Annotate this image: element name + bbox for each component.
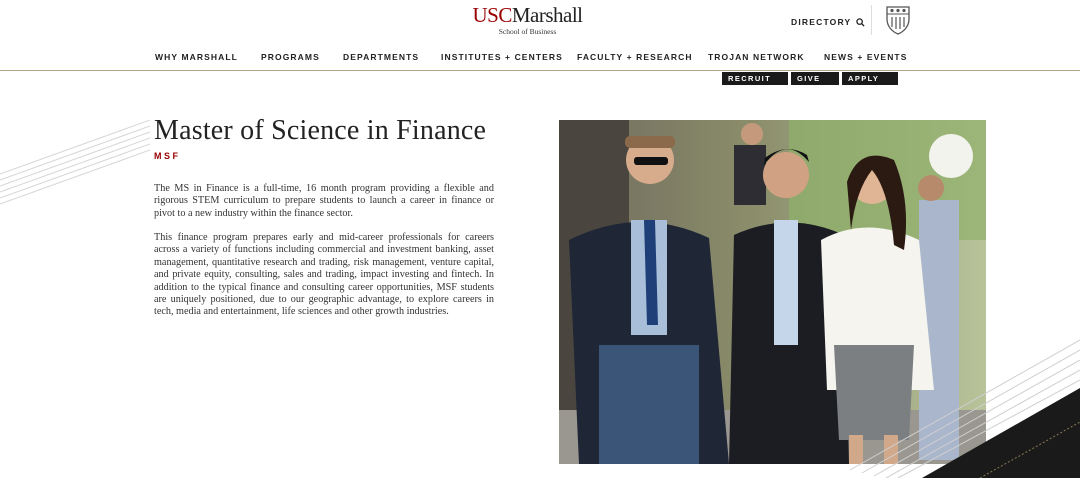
nav-news-events[interactable]: NEWS + EVENTS xyxy=(824,52,908,62)
usc-marshall-logo[interactable]: USCMarshall School of Business xyxy=(465,4,590,36)
usc-shield-icon[interactable] xyxy=(886,5,910,40)
recruit-button[interactable]: RECRUIT xyxy=(722,72,788,85)
nav-institutes-centers[interactable]: INSTITUTES + CENTERS xyxy=(441,52,563,62)
nav-faculty-research[interactable]: FACULTY + RESEARCH xyxy=(577,52,693,62)
page-title: Master of Science in Finance xyxy=(154,115,487,146)
logo-wordmark: USCMarshall xyxy=(465,4,590,26)
directory-link[interactable]: DIRECTORY xyxy=(791,17,865,27)
page-subtitle: MSF xyxy=(154,151,181,161)
directory-label: DIRECTORY xyxy=(791,17,852,27)
give-button[interactable]: GIVE xyxy=(791,72,839,85)
nav-programs[interactable]: PROGRAMS xyxy=(261,52,320,62)
decorative-lines-right xyxy=(849,339,1080,478)
intro-paragraph: The MS in Finance is a full-time, 16 mon… xyxy=(154,183,494,219)
apply-button[interactable]: APPLY xyxy=(842,72,898,85)
logo-usc: USC xyxy=(472,3,512,27)
logo-subtitle: School of Business xyxy=(498,27,557,36)
nav-departments[interactable]: DEPARTMENTS xyxy=(343,52,419,62)
header-divider xyxy=(871,5,872,35)
logo-marshall: Marshall xyxy=(511,3,583,27)
nav-gold-rule xyxy=(0,70,1080,71)
main-nav: WHY MARSHALL PROGRAMS DEPARTMENTS INSTIT… xyxy=(0,52,1080,70)
decorative-lines-left xyxy=(0,120,150,205)
careers-paragraph: This finance program prepares early and … xyxy=(154,232,494,318)
nav-trojan-network[interactable]: TROJAN NETWORK xyxy=(708,52,805,62)
search-icon[interactable] xyxy=(856,17,865,27)
nav-why-marshall[interactable]: WHY MARSHALL xyxy=(155,52,238,62)
